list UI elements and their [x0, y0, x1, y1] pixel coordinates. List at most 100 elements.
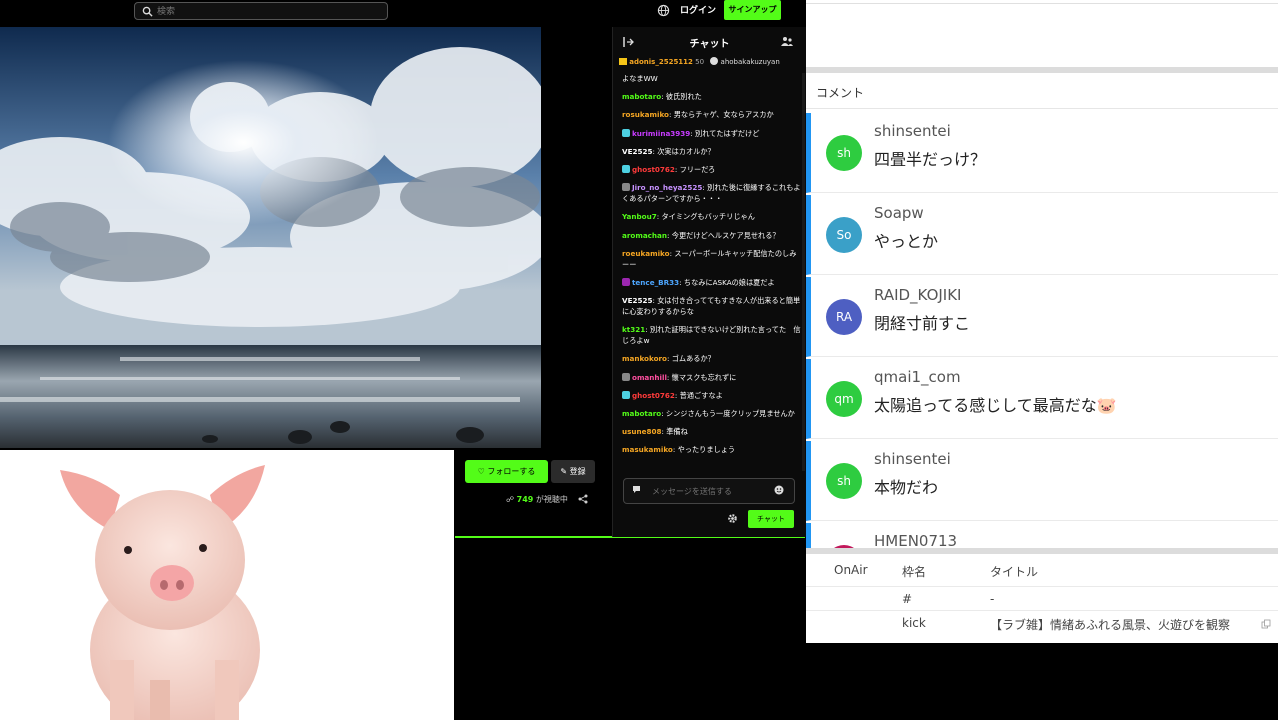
chat-username[interactable]: kurimiina3939 [632, 129, 690, 138]
chat-message: よなまWW [622, 73, 802, 84]
chat-username[interactable]: usune808 [622, 427, 662, 436]
chat-message: Jiro_no_heya2525: 別れた後に復縁するこれもよくあるパターンです… [622, 182, 802, 204]
chat-message: tence_BR33: ちなみにASKAの娘は夏だよ [622, 277, 802, 288]
chat-message: omanhill: 懐マスクも忘れずに [622, 372, 802, 383]
chat-username[interactable]: VE2525 [622, 147, 652, 156]
chat-username[interactable]: mabotaro [622, 92, 661, 101]
signup-button[interactable]: サインアップ [724, 0, 781, 20]
video-player[interactable] [0, 27, 541, 448]
cell-title: 【ラブ雑】情緒あふれる風景、火遊びを観察 [990, 618, 1231, 632]
chat-message: rosukamiko: 男ならチャゲ、女ならアスカか [622, 109, 802, 120]
comment-item[interactable]: RA RAID_KOJIKI 閉経寸前すこ [806, 277, 1278, 357]
follow-button[interactable]: ♡ フォローする [465, 460, 548, 483]
chat-text: 次実はカオルか？ [657, 146, 715, 156]
search-icon [142, 6, 153, 17]
chat-header: チャット [613, 27, 806, 55]
chat-text: やったりましょう [677, 445, 736, 455]
pinned-extra: 50 [695, 58, 705, 66]
section-divider [806, 548, 1278, 554]
avatar: So [826, 217, 862, 253]
comment-author: shinsentei [874, 122, 951, 140]
search-box[interactable] [134, 2, 388, 20]
search-input[interactable] [155, 4, 379, 20]
comment-item[interactable]: sh shinsentei 本物だわ [806, 441, 1278, 521]
chat-scrollbar[interactable] [802, 73, 805, 471]
share-icon[interactable] [578, 494, 588, 504]
copy-icon[interactable] [1261, 619, 1271, 629]
chat-username[interactable]: aromachan [622, 231, 667, 240]
chat-username[interactable]: omanhill [632, 373, 667, 382]
chat-message: mabotaro: シンジさんもう一度クリップ見ませんか [622, 408, 802, 419]
chat-message: mankokoro: ゴムあるか？ [622, 353, 802, 364]
chat-message: mabotaro: 彼氏別れた [622, 91, 802, 102]
badge-icon [622, 183, 630, 192]
viewer-suffix: が視聴中 [535, 495, 568, 504]
chat-username[interactable]: masukamiko [622, 445, 673, 454]
comment-text: 四畳半だっけ？ [874, 150, 987, 169]
gear-icon[interactable] [727, 513, 738, 524]
comment-item[interactable]: So Soapw やっとか [806, 195, 1278, 275]
chat-username[interactable]: Jiro_no_heya2525 [632, 183, 702, 192]
pinned-user[interactable]: ahobakakuzuyan [721, 58, 780, 66]
chat-text: 普通ごすなよ [679, 390, 723, 400]
badge-icon [622, 277, 630, 286]
table-row[interactable]: kick 【ラブ雑】情緒あふれる風景、火遊びを観察 [806, 610, 1278, 635]
viewer-count: ☍ 749 が視聴中 [506, 494, 568, 505]
chat-username[interactable]: VE2525 [622, 296, 652, 305]
comment-item[interactable]: sh shinsentei 四畳半だっけ？ [806, 113, 1278, 193]
chat-message: kt321: 別れた証明はできないけど別れた言ってた 信じろよw [622, 324, 802, 346]
chat-username[interactable]: mabotaro [622, 409, 661, 418]
cell-title: - [990, 592, 995, 606]
emoji-icon[interactable] [774, 485, 784, 495]
cell-frame: kick [902, 616, 926, 630]
globe-icon[interactable] [657, 4, 670, 17]
divider [806, 108, 1278, 109]
chat-text: 別れてたはずだけど [695, 128, 760, 138]
send-chat-button[interactable]: チャット [748, 510, 794, 528]
chat-username[interactable]: mankokoro [622, 354, 667, 363]
chat-username[interactable]: Yanbou7 [622, 212, 657, 221]
chat-title: チャット [689, 39, 730, 50]
chat-username[interactable]: ghost0762 [632, 391, 675, 400]
comment-text: やっとか [874, 232, 939, 251]
avatar: sh [826, 135, 862, 171]
users-icon[interactable] [781, 36, 793, 47]
chat-message: roeukamiko: スーパーボールキャッチ配信たのしみーー [622, 248, 802, 270]
sky-ocean-video-frame [0, 27, 541, 448]
avatar-icon [710, 57, 719, 65]
pinned-supporters: adonis_2525112 50 ahobakakuzuyan [619, 57, 803, 71]
comment-list[interactable]: sh shinsentei 四畳半だっけ？ So Soapw やっとか RA RAID_KOJ… [806, 113, 1278, 548]
comment-item[interactable]: HMHMEN0713 [806, 523, 1278, 548]
chat-text: タイミングもバッチリじゃん [661, 212, 755, 222]
broadcast-table: OnAir 枠名 タイトル # - kick 【ラブ雑】情緒あふれる風景、火遊び… [806, 556, 1278, 643]
chat-text: よなまWW [622, 74, 658, 83]
pig-image-panel [0, 450, 454, 720]
chat-text: ゴムあるか？ [671, 354, 715, 364]
chat-username[interactable]: roeukamiko [622, 249, 670, 258]
chat-username[interactable]: tence_BR33 [632, 278, 679, 287]
badge-icon [622, 390, 630, 399]
login-button[interactable]: ログイン [680, 3, 716, 16]
chat-username[interactable]: rosukamiko [622, 110, 669, 119]
cell-frame: # [902, 592, 913, 606]
comment-item[interactable]: qm qmai1_com 太陽追ってる感じして最高だな🐷 [806, 359, 1278, 439]
chat-message: masukamiko: やったりましょう [622, 444, 802, 455]
chat-message: ghost0762: フリーだろ [622, 164, 802, 175]
message-input[interactable] [650, 484, 774, 499]
table-row[interactable]: # - [806, 586, 1278, 611]
chat-panel: チャット adonis_2525112 50 ahobakakuzuyan よな… [612, 27, 806, 537]
chat-username[interactable]: kt321 [622, 325, 645, 334]
chat-text: シンジさんもう一度クリップ見ませんか [665, 409, 795, 418]
pinned-user[interactable]: adonis_2525112 [629, 58, 693, 66]
message-input-box[interactable] [623, 478, 795, 504]
chat-username[interactable]: ghost0762 [632, 165, 675, 174]
badge-icon [622, 372, 630, 381]
comment-author: RAID_KOJIKI [874, 286, 962, 304]
column-header-title: タイトル [990, 565, 1039, 579]
chat-message: kurimiina3939: 別れてたはずだけど [622, 128, 802, 139]
chat-text: 彼氏別れた [665, 92, 702, 102]
subscribe-button[interactable]: ✎ 登録 [551, 460, 595, 483]
chat-message: VE2525: 次実はカオルか？ [622, 146, 802, 157]
avatar: qm [826, 381, 862, 417]
comment-author: HMEN0713 [874, 532, 958, 548]
